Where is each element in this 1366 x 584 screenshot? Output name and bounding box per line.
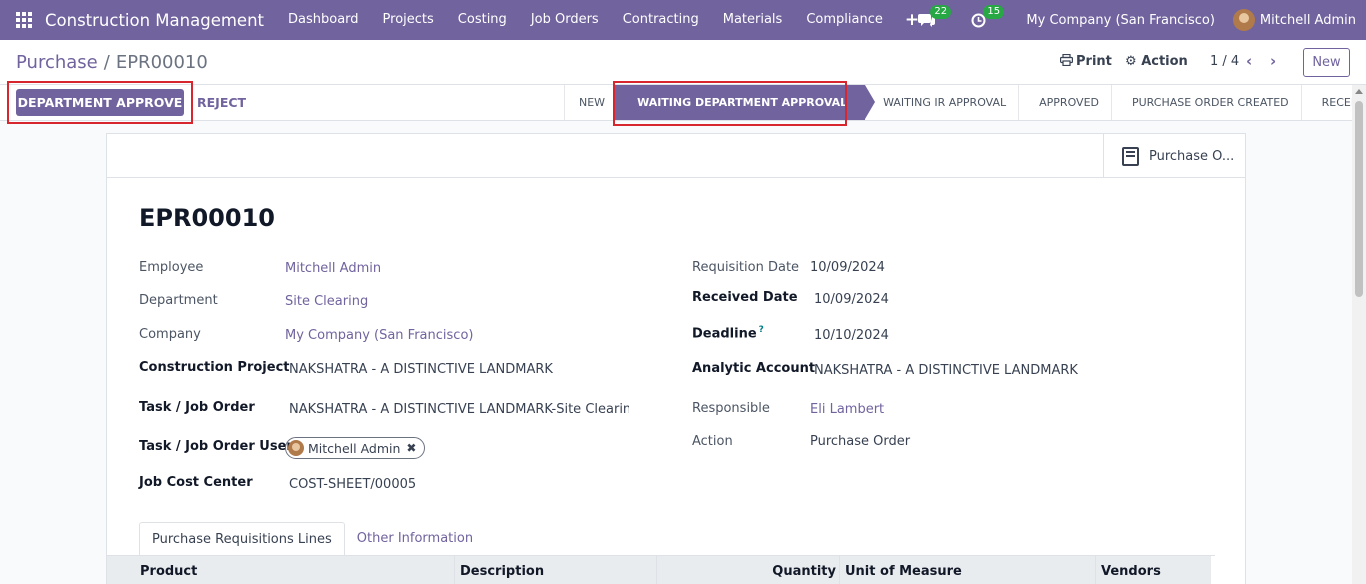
gear-icon: ⚙ (1125, 54, 1137, 69)
requisition-date-field[interactable]: 10/09/2024 (810, 260, 885, 275)
deadline-field[interactable]: 10/10/2024 (814, 328, 889, 343)
task-job-order-label: Task / Job Order (139, 400, 255, 415)
requisition-date-label: Requisition Date (692, 260, 800, 275)
chat-button[interactable]: 22 (918, 4, 952, 28)
print-label: Print (1076, 54, 1112, 69)
new-button[interactable]: New (1303, 48, 1350, 77)
construction-project-field[interactable]: NAKSHATRA - A DISTINCTIVE LANDMARK (289, 362, 553, 377)
department-field[interactable]: Site Clearing (285, 294, 368, 309)
action-button[interactable]: ⚙ Action (1125, 54, 1188, 69)
department-approve-button[interactable]: DEPARTMENT APPROVE (16, 89, 184, 116)
received-date-label: Received Date (692, 290, 798, 305)
book-icon (1122, 146, 1139, 166)
tab-other-information[interactable]: Other Information (345, 522, 485, 556)
chevron-left-icon[interactable]: ‹ (1246, 52, 1252, 70)
apps-menu-icon[interactable] (16, 12, 32, 28)
column-product[interactable]: Product (107, 556, 454, 584)
stage-approved[interactable]: APPROVED (1018, 85, 1111, 120)
status-bar: DEPARTMENT APPROVE REJECT NEW WAITING DE… (0, 81, 1366, 126)
pager-value[interactable]: 1 / 4 (1210, 54, 1239, 69)
smart-button-label: Purchase O... (1149, 148, 1235, 164)
deadline-label-text: Deadline (692, 326, 757, 342)
record-title: EPR00010 (139, 204, 275, 232)
action-label: Action (692, 434, 733, 449)
breadcrumb: Purchase / EPR00010 (16, 52, 208, 73)
menu-compliance[interactable]: Compliance (794, 0, 895, 40)
column-quantity[interactable]: Quantity (656, 556, 839, 584)
activity-button[interactable]: 15 (971, 4, 1005, 28)
user-avatar (1232, 9, 1255, 31)
stage-pipeline: NEW WAITING DEPARTMENT APPROVAL WAITING … (564, 85, 1366, 120)
company-switcher[interactable]: My Company (San Francisco) (1026, 13, 1214, 28)
user-name: Mitchell Admin (1259, 12, 1356, 28)
navbar-systray: 22 15 My Company (San Francisco) Mitchel… (918, 0, 1366, 40)
menu-contracting[interactable]: Contracting (611, 0, 711, 40)
print-button[interactable]: Print (1060, 53, 1112, 69)
construction-project-label: Construction Project (139, 360, 290, 375)
company-field[interactable]: My Company (San Francisco) (285, 328, 473, 343)
action-field[interactable]: Purchase Order (810, 434, 910, 449)
stage-waiting-department-approval[interactable]: WAITING DEPARTMENT APPROVAL (615, 85, 876, 120)
notebook-tabs: Purchase Requisitions Lines Other Inform… (139, 522, 1215, 556)
chat-badge: 22 (930, 4, 952, 19)
user-menu[interactable]: Mitchell Admin (1232, 9, 1356, 31)
printer-icon (1060, 53, 1074, 67)
column-vendors[interactable]: Vendors (1095, 556, 1211, 584)
app-brand[interactable]: Construction Management (45, 11, 264, 30)
purchase-order-smart-button[interactable]: Purchase O... (1103, 134, 1246, 178)
column-description[interactable]: Description (454, 556, 656, 584)
stage-new[interactable]: NEW (564, 85, 615, 120)
column-unit-of-measure[interactable]: Unit of Measure (839, 556, 1095, 584)
scroll-up-arrow-icon[interactable] (1355, 89, 1363, 94)
analytic-account-label: Analytic Account (692, 361, 816, 376)
page-scrollbar[interactable] (1352, 85, 1366, 584)
tag-label: Mitchell Admin (308, 440, 401, 456)
deadline-label: Deadline? (692, 325, 764, 341)
remove-tag-icon[interactable]: ✖ (406, 441, 416, 455)
responsible-label: Responsible (692, 401, 770, 416)
form-sheet: Purchase O... EPR00010 Employee Mitchell… (106, 133, 1246, 584)
stage-purchase-order-created[interactable]: PURCHASE ORDER CREATED (1111, 85, 1301, 120)
task-job-order-user-label: Task / Job Order User (139, 439, 293, 454)
control-panel: Purchase / EPR00010 Print ⚙ Action 1 / 4 ‹… (0, 40, 1366, 85)
tab-purchase-requisitions-lines[interactable]: Purchase Requisitions Lines (139, 522, 345, 556)
action-label: Action (1141, 54, 1188, 69)
task-job-order-field[interactable]: NAKSHATRA - A DISTINCTIVE LANDMARK-Site … (289, 402, 629, 417)
menu-materials[interactable]: Materials (711, 0, 795, 40)
help-icon[interactable]: ? (759, 325, 764, 335)
responsible-field[interactable]: Eli Lambert (810, 402, 884, 417)
scroll-thumb[interactable] (1355, 101, 1363, 297)
menu-projects[interactable]: Projects (371, 0, 446, 40)
chevron-right-icon[interactable]: › (1270, 52, 1276, 70)
tag-avatar (288, 440, 304, 456)
task-user-tag[interactable]: Mitchell Admin ✖ (285, 437, 426, 459)
employee-label: Employee (139, 260, 204, 275)
employee-field[interactable]: Mitchell Admin (285, 261, 381, 276)
activity-badge: 15 (983, 4, 1005, 19)
smart-button-box: Purchase O... (107, 134, 1245, 178)
top-navbar: Construction Management Dashboard Projec… (0, 0, 1366, 40)
stage-waiting-ir-approval[interactable]: WAITING IR APPROVAL (865, 85, 1018, 120)
menu-job-orders[interactable]: Job Orders (519, 0, 611, 40)
menu-costing[interactable]: Costing (446, 0, 519, 40)
main-menu: Dashboard Projects Costing Job Orders Co… (276, 0, 929, 40)
breadcrumb-parent[interactable]: Purchase (16, 52, 98, 73)
breadcrumb-separator: / (103, 52, 110, 73)
received-date-field[interactable]: 10/09/2024 (814, 292, 889, 307)
menu-dashboard[interactable]: Dashboard (276, 0, 371, 40)
analytic-account-field[interactable]: NAKSHATRA - A DISTINCTIVE LANDMARK (814, 363, 1078, 378)
company-label: Company (139, 327, 201, 342)
department-label: Department (139, 293, 218, 308)
breadcrumb-current: EPR00010 (115, 52, 208, 73)
reject-button[interactable]: REJECT (197, 95, 246, 110)
lines-table-header: Product Description Quantity Unit of Mea… (107, 555, 1211, 584)
job-cost-center-label: Job Cost Center (139, 475, 253, 490)
job-cost-center-field[interactable]: COST-SHEET/00005 (289, 477, 416, 492)
